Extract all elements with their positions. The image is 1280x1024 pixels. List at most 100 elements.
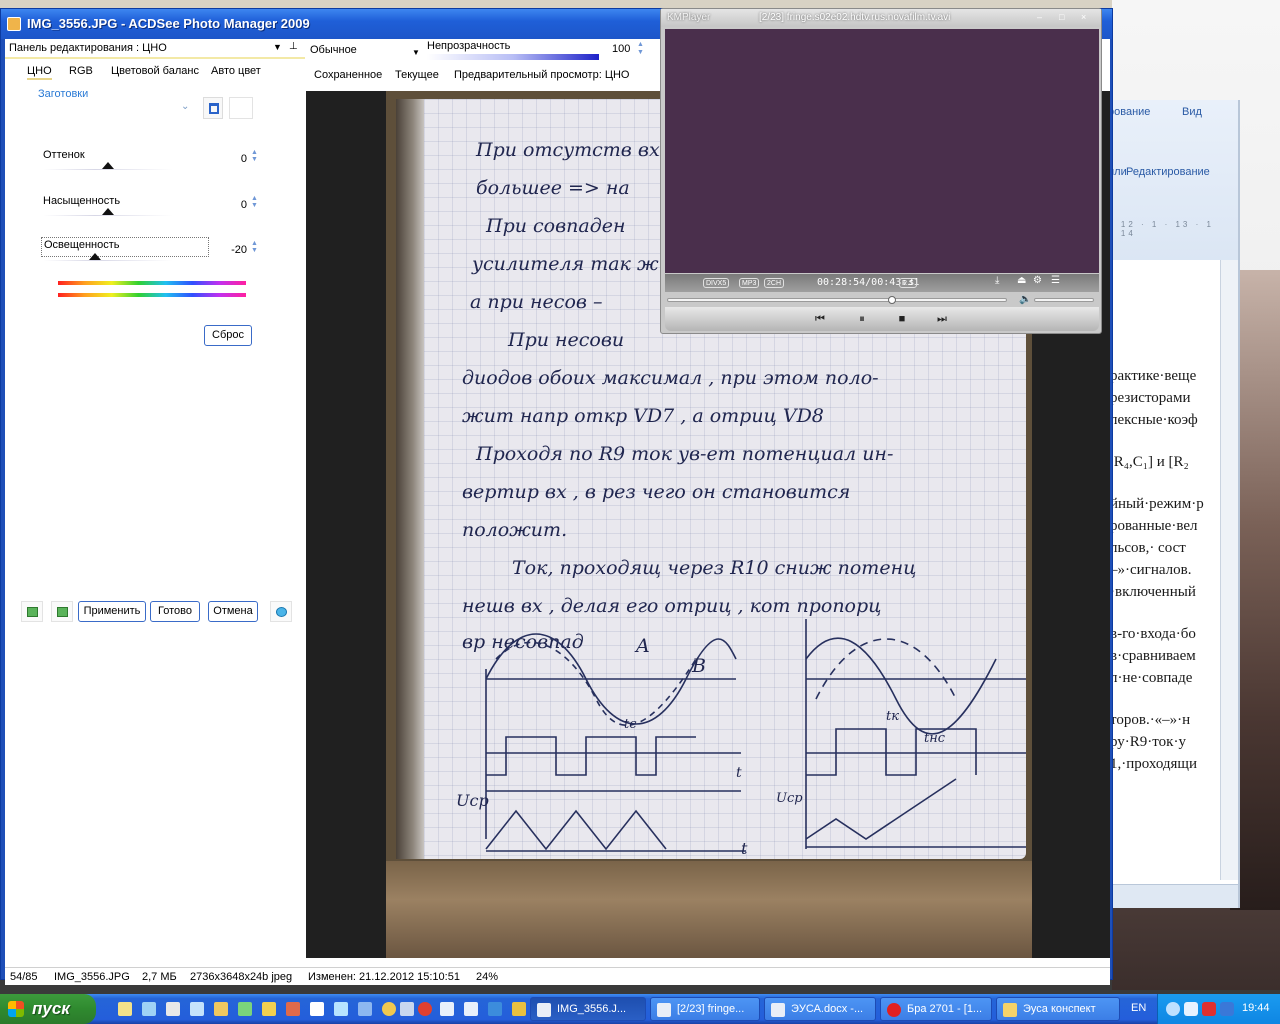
tab-rgb[interactable]: RGB (69, 65, 93, 77)
saturation-label: Насыщенность (43, 195, 121, 207)
slider-track[interactable] (43, 260, 173, 261)
word-vertical-scrollbar[interactable] (1220, 260, 1238, 880)
sound-icon[interactable] (1184, 1002, 1198, 1016)
quicklaunch-icon[interactable] (400, 1002, 414, 1016)
quicklaunch-icon[interactable] (190, 1002, 204, 1016)
quicklaunch-icon[interactable] (382, 1002, 396, 1016)
lightness-value[interactable]: -20 (229, 244, 247, 256)
quicklaunch-icon[interactable] (286, 1002, 300, 1016)
quicklaunch-icon[interactable] (512, 1002, 526, 1016)
video-area[interactable] (665, 29, 1099, 273)
chevron-down-icon[interactable]: ⌄ (181, 101, 189, 112)
saturation-value[interactable]: 0 (229, 199, 247, 211)
doc-line: л·не·совпаде (1110, 670, 1193, 686)
dropdown-arrow-icon[interactable]: ▼ (412, 48, 420, 57)
quicklaunch-icon[interactable] (310, 1002, 324, 1016)
quicklaunch-icon[interactable] (418, 1002, 432, 1016)
hue-slider[interactable]: Оттенок 0 ▲ ▼ (39, 149, 259, 189)
doc-line: йный·режим·р (1110, 496, 1204, 512)
pause-icon[interactable]: ⏸ (851, 311, 873, 327)
previous-icon[interactable]: ⏮ (809, 311, 831, 327)
tab-color-balance[interactable]: Цветовой баланс (111, 65, 199, 77)
tab-preview[interactable]: Предварительный просмотр: ЦНО (454, 69, 629, 81)
task-kmplayer[interactable]: [2/23] fringe... (650, 997, 760, 1021)
kmplayer-titlebar[interactable]: KMPlayer [2/23] fringe.s02e02.hdtv.rus.n… (661, 9, 1101, 27)
hue-value[interactable]: 0 (229, 153, 247, 165)
diagram-label: Uср (456, 791, 489, 810)
apply-button[interactable]: Применить (78, 601, 146, 622)
start-button[interactable]: пуск (0, 994, 96, 1024)
doc-line: льсов,· сост (1110, 540, 1186, 556)
quicklaunch-icon[interactable] (238, 1002, 252, 1016)
cancel-button[interactable]: Отмена (208, 601, 258, 622)
maximize-icon[interactable]: □ (1059, 12, 1069, 22)
word-group-editing[interactable]: Редактирование (1126, 166, 1210, 178)
folder-task-icon (1003, 1003, 1017, 1017)
minimize-icon[interactable]: – (1037, 12, 1047, 22)
close-icon[interactable]: × (1081, 12, 1091, 22)
save-preset-button[interactable] (203, 97, 223, 119)
word-tab-review[interactable]: рование (1108, 106, 1150, 118)
quicklaunch-icon[interactable] (214, 1002, 228, 1016)
dropdown-arrow-icon[interactable]: ▼ (273, 42, 282, 52)
task-acdsee[interactable]: IMG_3556.J... (530, 997, 646, 1021)
seek-bar[interactable] (667, 296, 1007, 304)
quicklaunch-icon[interactable] (440, 1002, 454, 1016)
spin-arrows-icon[interactable]: ▲ ▼ (251, 195, 258, 209)
word-ruler: · 12 · 1 · 13 · 1 · 14 (1110, 220, 1214, 238)
opacity-slider[interactable] (427, 54, 599, 60)
quicklaunch-icon[interactable] (488, 1002, 502, 1016)
network-icon[interactable] (1166, 1002, 1180, 1016)
task-opera[interactable]: Бра 2701 - [1... (880, 997, 992, 1021)
spin-arrows-icon[interactable]: ▲ ▼ (637, 41, 644, 57)
slider-thumb[interactable] (102, 162, 114, 169)
quicklaunch-icon[interactable] (334, 1002, 348, 1016)
saturation-slider[interactable]: Насыщенность 0 ▲ ▼ (39, 195, 259, 235)
volume-bar[interactable] (1034, 298, 1094, 302)
quicklaunch-icon[interactable] (358, 1002, 372, 1016)
playlist-icon[interactable]: ☰ (1049, 276, 1062, 286)
tab-auto-color[interactable]: Авто цвет (211, 65, 261, 77)
quicklaunch-icon[interactable] (118, 1002, 132, 1016)
open-tool-button[interactable] (21, 601, 43, 622)
language-indicator[interactable]: EN (1131, 1002, 1146, 1014)
slider-thumb[interactable] (102, 208, 114, 215)
save-as-tool-button[interactable] (51, 601, 73, 622)
preset-selector[interactable] (229, 97, 253, 119)
quicklaunch-icon[interactable] (262, 1002, 276, 1016)
speaker-icon[interactable]: 🔈 (1019, 294, 1031, 305)
quicklaunch-icon[interactable] (142, 1002, 156, 1016)
antivirus-icon[interactable] (1202, 1002, 1216, 1016)
eject-icon[interactable]: ⏏ (1015, 276, 1028, 286)
help-button[interactable] (270, 601, 292, 622)
stop-icon[interactable]: ■ (891, 311, 913, 327)
spin-arrows-icon[interactable]: ▲ ▼ (251, 149, 258, 163)
tray-app-icon[interactable] (1220, 1002, 1234, 1016)
tab-saved[interactable]: Сохраненное (314, 69, 382, 81)
gear-icon[interactable]: ⚙ (1031, 276, 1044, 286)
slider-thumb[interactable] (89, 253, 101, 260)
slider-track[interactable] (43, 215, 173, 216)
slider-track[interactable] (43, 169, 173, 170)
seek-knob[interactable] (888, 296, 897, 304)
doc-line: рованные·вел (1110, 518, 1198, 534)
task-folder[interactable]: Эуса конспект (996, 997, 1120, 1021)
presets-link[interactable]: Заготовки (38, 88, 88, 100)
opacity-value[interactable]: 100 (612, 43, 630, 55)
word-tab-view[interactable]: Вид (1182, 106, 1202, 118)
next-icon[interactable]: ⏭ (931, 311, 953, 327)
done-button[interactable]: Готово (150, 601, 200, 622)
lightness-slider[interactable]: Освещенность -20 ▲ ▼ (39, 237, 259, 280)
tab-hsl[interactable]: ЦНО (27, 65, 52, 80)
spin-arrows-icon[interactable]: ▲ ▼ (251, 240, 258, 254)
quicklaunch-icon[interactable] (464, 1002, 478, 1016)
task-word[interactable]: ЭУСА.docx -... (764, 997, 876, 1021)
reset-button[interactable]: Сброс (204, 325, 252, 346)
download-icon[interactable]: ⤓ (993, 276, 1001, 286)
doc-line: ·включенный (1110, 584, 1196, 600)
tab-current[interactable]: Текущее (395, 69, 439, 81)
blend-mode-select[interactable]: Обычное ▼ (310, 44, 422, 62)
pin-icon[interactable]: ⊥ (289, 41, 298, 52)
quicklaunch-icon[interactable] (166, 1002, 180, 1016)
diagram-label: tнс (924, 731, 946, 746)
